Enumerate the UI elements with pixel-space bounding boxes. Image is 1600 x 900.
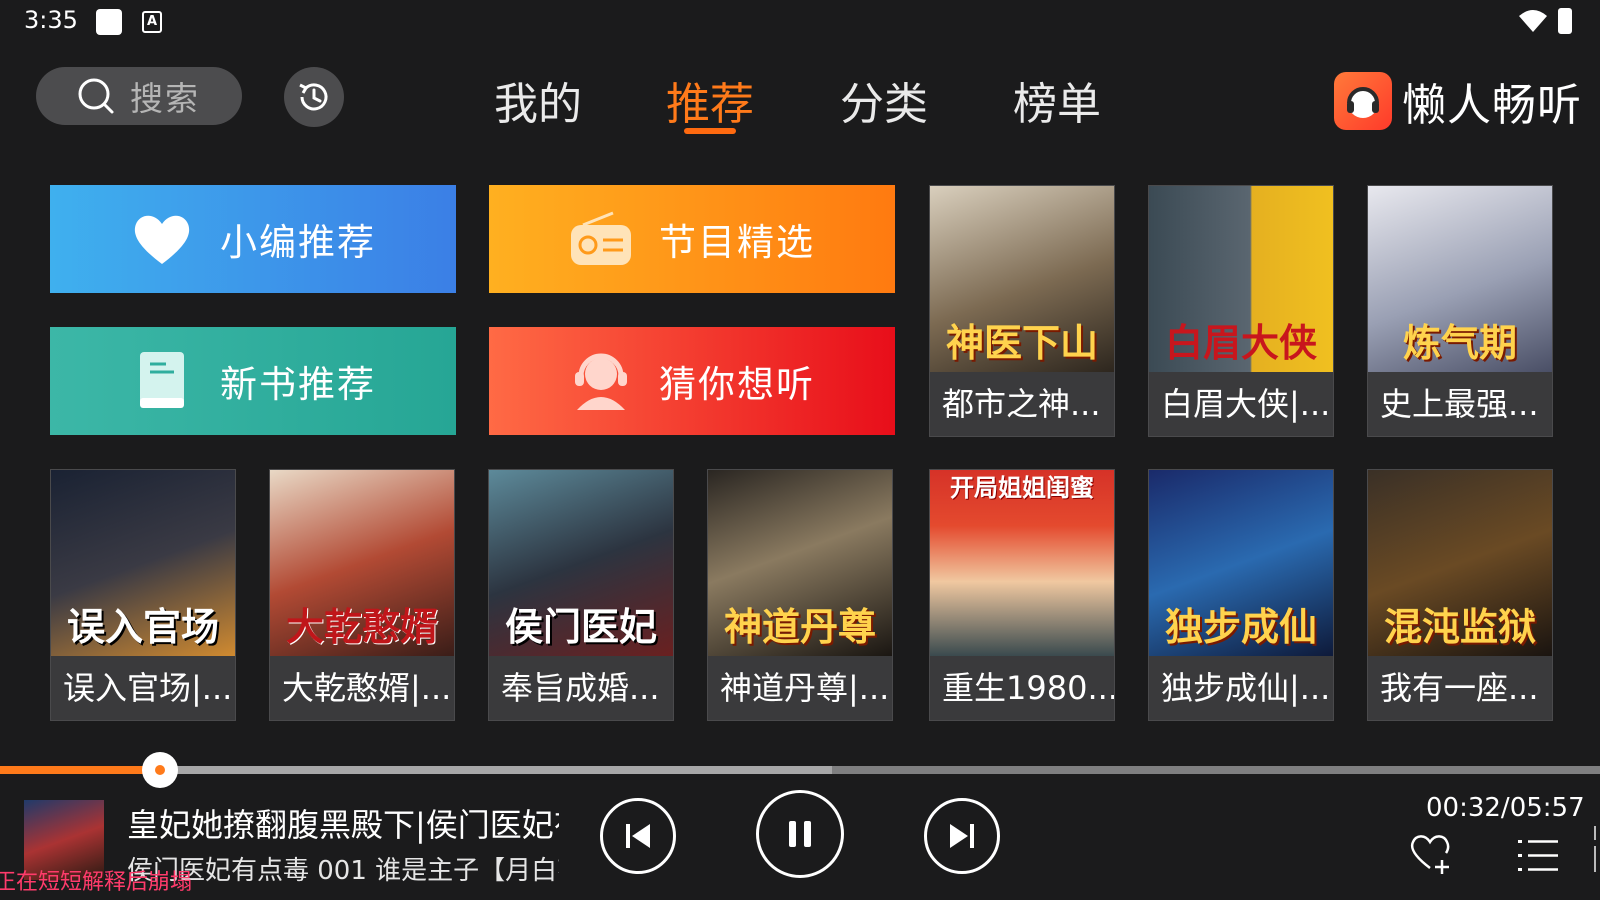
heart-icon (130, 207, 194, 271)
book-title: 神道丹尊|... (720, 669, 890, 707)
tile-editor-picks[interactable]: 小编推荐 (50, 185, 456, 293)
tile-program-selection-label: 节目精选 (659, 221, 815, 264)
tab-mine[interactable]: 我的 (494, 68, 582, 132)
cover-title: 混沌监狱 (1383, 605, 1536, 649)
skip-next-icon (950, 824, 974, 848)
book-card[interactable]: 大乾憨婿 大乾憨婿|... (269, 469, 455, 721)
book-card[interactable]: 侯门医妃 奉旨成婚... (488, 469, 674, 721)
status-time: 3:35 (24, 6, 78, 34)
cover-title: 白眉大侠 (1164, 321, 1317, 365)
book-title: 奉旨成婚... (501, 669, 660, 707)
notification-square-icon (96, 9, 122, 35)
book-card[interactable]: 神医下山 都市之神... (929, 185, 1115, 437)
progress-fill (0, 766, 160, 774)
book-cover: 独步成仙 (1149, 470, 1333, 656)
brand: 懒人畅听 (1334, 69, 1582, 133)
overlay-toast: 正在短短解释后崩塌 (0, 870, 193, 895)
book-card[interactable]: 误入官场 误入官场|... (50, 469, 236, 721)
tab-ranking[interactable]: 榜单 (1013, 68, 1101, 132)
next-button[interactable] (924, 798, 1000, 874)
edge-indicator-icon (1594, 826, 1596, 872)
pause-icon (789, 821, 811, 847)
book-cover: 炼气期 (1368, 186, 1552, 372)
search-icon (78, 78, 114, 114)
playback-time: 00:32/05:57 (1426, 793, 1585, 823)
tile-guess-you-like[interactable]: 猜你想听 (489, 327, 895, 435)
book-card[interactable]: 独步成仙 独步成仙|... (1148, 469, 1334, 721)
book-cover: 开局姐姐闺蜜 (930, 470, 1114, 656)
book-title: 我有一座... (1380, 669, 1539, 707)
book-icon (130, 349, 194, 413)
favorite-add-icon[interactable] (1408, 832, 1452, 876)
cover-title: 误入官场 (66, 605, 219, 649)
book-title: 误入官场|... (63, 669, 233, 707)
tile-new-books[interactable]: 新书推荐 (50, 327, 456, 435)
book-card[interactable]: 炼气期 史上最强... (1367, 185, 1553, 437)
book-title: 史上最强... (1380, 385, 1539, 423)
book-cover: 误入官场 (51, 470, 235, 656)
book-card[interactable]: 混沌监狱 我有一座... (1367, 469, 1553, 721)
history-button[interactable] (284, 67, 344, 127)
cover-title: 侯门医妃 (504, 605, 657, 649)
radio-icon (569, 207, 633, 271)
brand-name: 懒人畅听 (1402, 80, 1582, 131)
book-card[interactable]: 白眉大侠 白眉大侠|... (1148, 185, 1334, 437)
book-cover: 混沌监狱 (1368, 470, 1552, 656)
cover-title: 神道丹尊 (723, 605, 876, 649)
active-tab-indicator (684, 128, 736, 134)
brand-logo-icon (1334, 72, 1392, 130)
cover-title: 神医下山 (945, 321, 1098, 365)
battery-icon (1558, 8, 1572, 34)
book-title: 大乾憨婿|... (282, 669, 452, 707)
search-label: 搜索 (130, 79, 200, 118)
tile-guess-you-like-label: 猜你想听 (659, 363, 815, 406)
progress-thumb-dot (155, 765, 165, 775)
book-title: 独步成仙|... (1161, 669, 1331, 707)
book-card[interactable]: 开局姐姐闺蜜 重生1980... (929, 469, 1115, 721)
tile-new-books-label: 新书推荐 (220, 363, 376, 406)
book-title: 白眉大侠|... (1161, 385, 1331, 423)
book-cover: 神医下山 (930, 186, 1114, 372)
book-title: 重生1980... (942, 669, 1114, 707)
book-card[interactable]: 神道丹尊 神道丹尊|... (707, 469, 893, 721)
tab-recommend[interactable]: 推荐 (666, 68, 754, 132)
skip-previous-icon (626, 824, 650, 848)
cover-title: 独步成仙 (1164, 605, 1317, 649)
progress-thumb[interactable] (142, 752, 178, 788)
book-cover: 白眉大侠 (1149, 186, 1333, 372)
book-cover: 侯门医妃 (489, 470, 673, 656)
cover-title: 开局姐姐闺蜜 (950, 474, 1094, 502)
now-playing-title[interactable]: 皇妃她撩翻腹黑殿下|侯门医妃有点毒 (127, 800, 559, 846)
book-cover: 大乾憨婿 (270, 470, 454, 656)
notification-a-icon: A (142, 11, 162, 33)
cover-title: 炼气期 (1402, 321, 1517, 365)
search-box[interactable]: 搜索 (36, 67, 242, 125)
cover-title: 大乾憨婿 (285, 605, 438, 649)
tile-editor-picks-label: 小编推荐 (220, 221, 376, 264)
pause-button[interactable] (756, 790, 844, 878)
book-title: 都市之神... (942, 385, 1101, 423)
tab-category[interactable]: 分类 (840, 68, 928, 132)
playlist-icon[interactable] (1516, 836, 1560, 876)
wifi-icon (1519, 10, 1547, 32)
book-cover: 神道丹尊 (708, 470, 892, 656)
tile-program-selection[interactable]: 节目精选 (489, 185, 895, 293)
headset-user-icon (569, 349, 633, 413)
previous-button[interactable] (600, 798, 676, 874)
history-clock-icon (299, 83, 328, 111)
